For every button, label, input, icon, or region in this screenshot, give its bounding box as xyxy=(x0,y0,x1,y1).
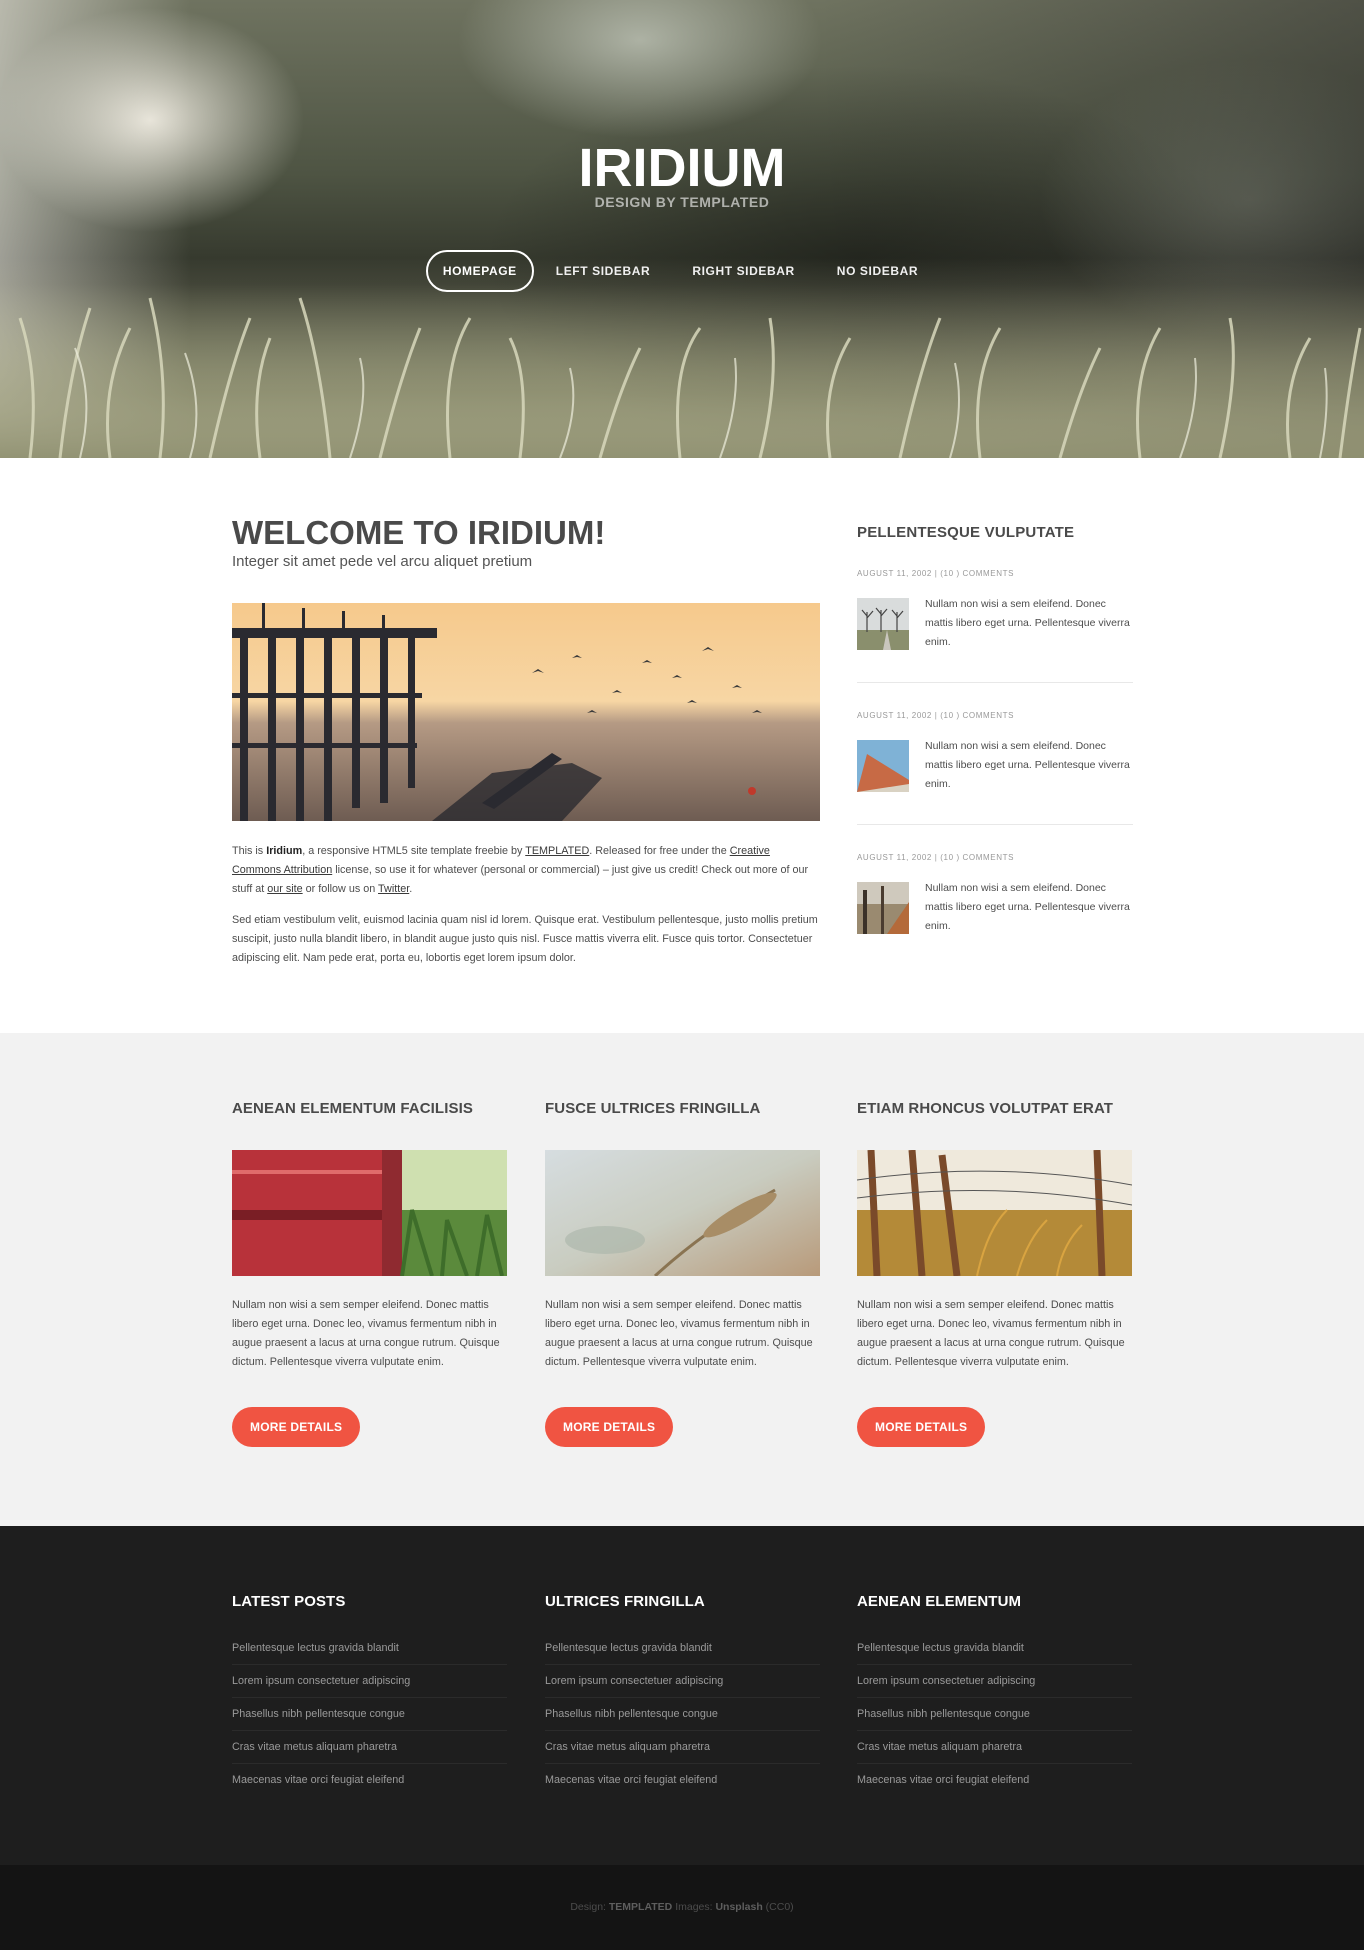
post-meta: AUGUST 11, 2002 | (10 ) COMMENTS xyxy=(857,853,1015,862)
intro-text-1: This is xyxy=(232,845,267,857)
more-details-button[interactable]: MORE DETAILS xyxy=(232,1407,361,1447)
templated-link[interactable]: TEMPLATED xyxy=(525,845,589,857)
main-nav: HOMEPAGE LEFT SIDEBAR RIGHT SIDEBAR NO S… xyxy=(0,250,1364,292)
footer-link-list: Pellentesque lectus gravida blandit Lore… xyxy=(232,1632,507,1797)
body-paragraph: Sed etiam vestibulum velit, euismod laci… xyxy=(232,914,818,964)
copyright-bar: Design: TEMPLATED Images: Unsplash (CC0) xyxy=(0,1865,1364,1950)
feature-text: Nullam non wisi a sem semper eleifend. D… xyxy=(545,1299,813,1368)
nav-no-sidebar[interactable]: NO SIDEBAR xyxy=(817,250,938,292)
footer-column: LATEST POSTS Pellentesque lectus gravida… xyxy=(232,1593,507,1797)
main-content: WELCOME TO IRIDIUM! Integer sit amet ped… xyxy=(0,458,1364,1033)
pier-sunset-image xyxy=(232,603,820,821)
page-title: WELCOME TO IRIDIUM! xyxy=(232,514,606,551)
more-details-button[interactable]: MORE DETAILS xyxy=(857,1407,986,1447)
feature-card: AENEAN ELEMENTUM FACILISIS Nullam non wi… xyxy=(232,1100,507,1447)
footer-link[interactable]: Maecenas vitae orci feugiat eleifend xyxy=(857,1764,1132,1797)
feature-card: FUSCE ULTRICES FRINGILLA Nullam non wisi… xyxy=(545,1100,820,1447)
intro-text-2: , a responsive HTML5 site template freeb… xyxy=(302,845,526,857)
feature-title: AENEAN ELEMENTUM FACILISIS xyxy=(232,1100,473,1117)
design-credit-link[interactable]: TEMPLATED xyxy=(609,1901,672,1913)
footer-link[interactable]: Cras vitae metus aliquam pharetra xyxy=(857,1731,1132,1764)
post-excerpt: Nullam non wisi a sem eleifend. Donec ma… xyxy=(925,598,1130,648)
site-branding: IRIDIUM DESIGN BY TEMPLATED xyxy=(0,140,1364,210)
footer-link[interactable]: Lorem ipsum consectetuer adipiscing xyxy=(545,1665,820,1698)
post-meta: AUGUST 11, 2002 | (10 ) COMMENTS xyxy=(857,711,1015,720)
footer-column-title: AENEAN ELEMENTUM xyxy=(857,1593,1022,1610)
feature-text: Nullam non wisi a sem semper eleifend. D… xyxy=(857,1299,1125,1368)
site-subtitle: DESIGN BY TEMPLATED xyxy=(594,194,770,210)
footer-column: AENEAN ELEMENTUM Pellentesque lectus gra… xyxy=(857,1593,1132,1797)
intro-text-5: or follow us on xyxy=(302,883,379,895)
footer-link[interactable]: Cras vitae metus aliquam pharetra xyxy=(232,1731,507,1764)
twitter-link[interactable]: Twitter xyxy=(378,883,409,895)
footer-link-list: Pellentesque lectus gravida blandit Lore… xyxy=(545,1632,820,1797)
sidebar-title: PELLENTESQUE VULPUTATE xyxy=(857,524,1075,541)
post-body: Nullam non wisi a sem eleifend. Donec ma… xyxy=(857,595,1133,652)
content-column: WELCOME TO IRIDIUM! Integer sit amet ped… xyxy=(232,515,820,968)
footer-column: ULTRICES FRINGILLA Pellentesque lectus g… xyxy=(545,1593,820,1797)
nav-left-sidebar[interactable]: LEFT SIDEBAR xyxy=(536,250,671,292)
hero-header: IRIDIUM DESIGN BY TEMPLATED HOMEPAGE LEF… xyxy=(0,0,1364,458)
license-label: (CC0) xyxy=(765,1901,794,1913)
feature-title: ETIAM RHONCUS VOLUTPAT ERAT xyxy=(857,1100,1114,1117)
sidebar-post: AUGUST 11, 2002 | (10 ) COMMENTS Nullam … xyxy=(857,569,1133,683)
footer-link[interactable]: Pellentesque lectus gravida blandit xyxy=(857,1632,1132,1665)
post-excerpt: Nullam non wisi a sem eleifend. Donec ma… xyxy=(925,740,1130,790)
feature-card: ETIAM RHONCUS VOLUTPAT ERAT Nullam non w… xyxy=(857,1100,1132,1447)
sidebar-post: AUGUST 11, 2002 | (10 ) COMMENTS Nullam … xyxy=(857,711,1133,825)
footer-link[interactable]: Lorem ipsum consectetuer adipiscing xyxy=(232,1665,507,1698)
features-band: AENEAN ELEMENTUM FACILISIS Nullam non wi… xyxy=(0,1033,1364,1526)
footer-link[interactable]: Cras vitae metus aliquam pharetra xyxy=(545,1731,820,1764)
red-barrel-image xyxy=(232,1150,507,1276)
brand-name: Iridium xyxy=(266,845,303,857)
post-excerpt: Nullam non wisi a sem eleifend. Donec ma… xyxy=(925,882,1130,932)
images-credit-link[interactable]: Unsplash xyxy=(715,1901,762,1913)
site-footer: LATEST POSTS Pellentesque lectus gravida… xyxy=(0,1526,1364,1865)
images-label: Images: xyxy=(675,1901,713,1913)
nav-homepage[interactable]: HOMEPAGE xyxy=(425,250,534,292)
footer-column-title: LATEST POSTS xyxy=(232,1593,346,1610)
design-label: Design: xyxy=(570,1901,606,1913)
post-body: Nullam non wisi a sem eleifend. Donec ma… xyxy=(857,879,1133,936)
feature-title: FUSCE ULTRICES FRINGILLA xyxy=(545,1100,761,1117)
post-thumbnail-forest[interactable] xyxy=(857,882,909,934)
post-meta: AUGUST 11, 2002 | (10 ) COMMENTS xyxy=(857,569,1015,578)
footer-link[interactable]: Phasellus nibh pellentesque congue xyxy=(232,1698,507,1731)
footer-link[interactable]: Maecenas vitae orci feugiat eleifend xyxy=(545,1764,820,1797)
post-thumbnail-trees[interactable] xyxy=(857,598,909,650)
footer-link[interactable]: Pellentesque lectus gravida blandit xyxy=(545,1632,820,1665)
footer-link[interactable]: Maecenas vitae orci feugiat eleifend xyxy=(232,1764,507,1797)
intro-text-6: . xyxy=(409,883,413,895)
our-site-link[interactable]: our site xyxy=(267,883,302,895)
site-title[interactable]: IRIDIUM xyxy=(0,140,1364,196)
page-lead: Integer sit amet pede vel arcu aliquet p… xyxy=(232,553,533,570)
feature-text: Nullam non wisi a sem semper eleifend. D… xyxy=(232,1299,500,1368)
footer-link[interactable]: Lorem ipsum consectetuer adipiscing xyxy=(857,1665,1132,1698)
sidebar-post: AUGUST 11, 2002 | (10 ) COMMENTS Nullam … xyxy=(857,853,1133,966)
nav-right-sidebar[interactable]: RIGHT SIDEBAR xyxy=(672,250,814,292)
wheat-stalk-image xyxy=(545,1150,820,1276)
footer-link[interactable]: Phasellus nibh pellentesque congue xyxy=(545,1698,820,1731)
intro-text-3: . Released for free under the xyxy=(589,845,730,857)
post-thumbnail-hill[interactable] xyxy=(857,740,909,792)
post-body: Nullam non wisi a sem eleifend. Donec ma… xyxy=(857,737,1133,794)
footer-link-list: Pellentesque lectus gravida blandit Lore… xyxy=(857,1632,1132,1797)
footer-link[interactable]: Pellentesque lectus gravida blandit xyxy=(232,1632,507,1665)
fence-grass-image xyxy=(857,1150,1132,1276)
more-details-button[interactable]: MORE DETAILS xyxy=(545,1407,674,1447)
sidebar: PELLENTESQUE VULPUTATE AUGUST 11, 2002 |… xyxy=(857,524,1133,966)
footer-column-title: ULTRICES FRINGILLA xyxy=(545,1593,705,1610)
footer-link[interactable]: Phasellus nibh pellentesque congue xyxy=(857,1698,1132,1731)
intro-paragraph: This is Iridium, a responsive HTML5 site… xyxy=(232,842,820,899)
